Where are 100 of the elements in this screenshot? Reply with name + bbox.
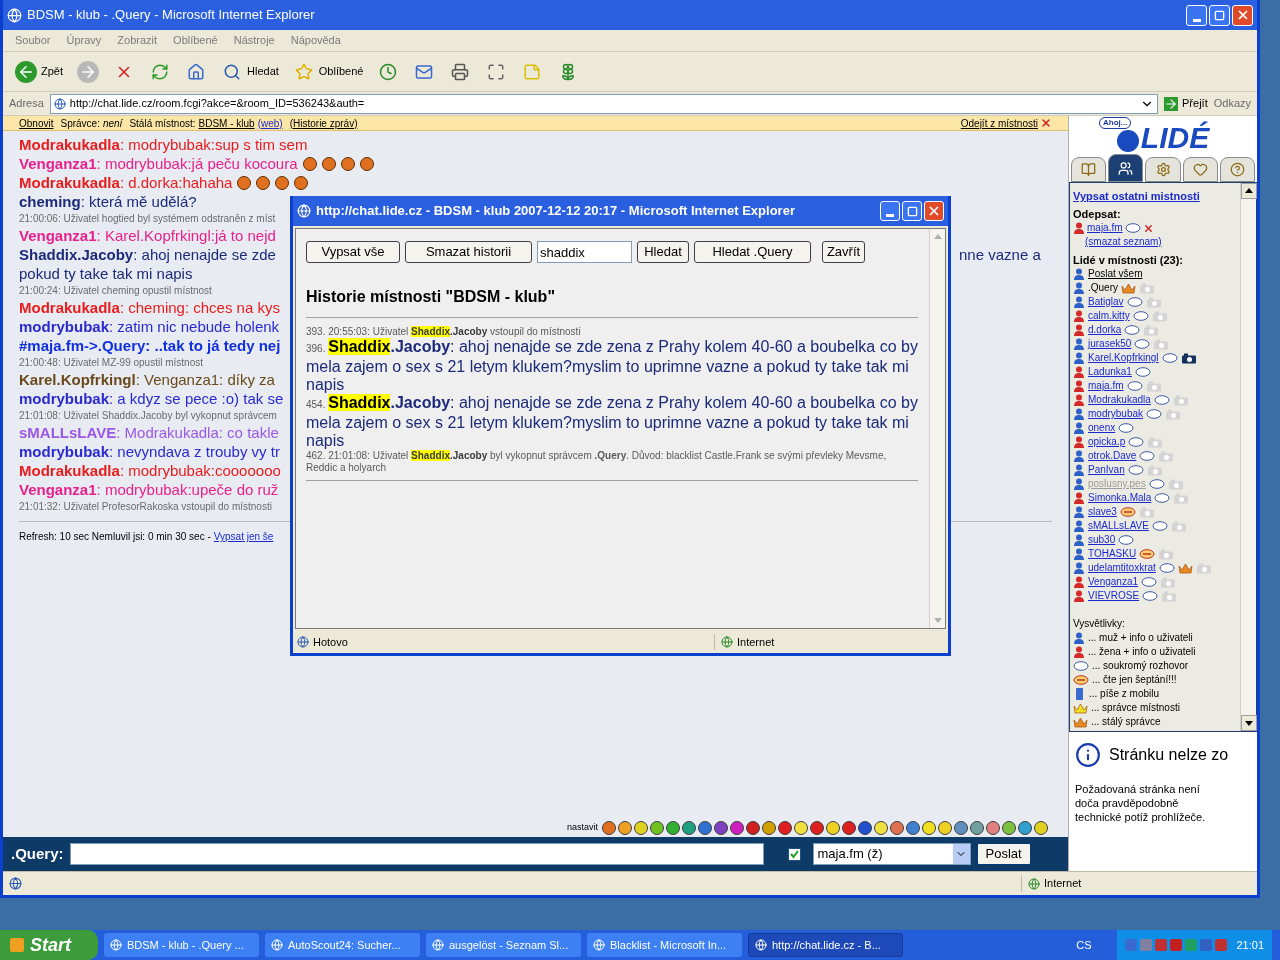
user-link[interactable]: Batiglav [1088,295,1124,309]
user-link[interactable]: modrybubak [1088,407,1144,421]
go-button[interactable]: Přejít [1164,95,1208,112]
user-link[interactable]: otrok.Dave [1088,449,1137,463]
scrollbar[interactable] [1240,183,1256,731]
user-link[interactable]: sMALLsLAVE [1088,519,1149,533]
recipient-select[interactable]: maja.fm (ž) [812,843,971,865]
speech-bubble-icon[interactable] [1154,492,1171,504]
nickname[interactable]: modrybubak [19,390,109,408]
user-link[interactable]: VIEVROSE [1088,589,1140,603]
menu-item[interactable]: Oblíbené [173,32,218,49]
sidebar-tab[interactable] [1108,154,1144,182]
send-button[interactable]: Poslat [976,843,1031,865]
nickname[interactable]: Modrakukadla [19,299,120,317]
taskbar-button[interactable]: AutoScout24: Sucher... [265,933,420,957]
user-link[interactable]: Ladunka1 [1088,365,1132,379]
address-field[interactable]: http://chat.lide.cz/room.fcgi?akce=&room_ID=536243&auth= [49,93,1158,114]
toolbar-button[interactable]: Hledat [219,60,281,83]
speech-bubble-icon[interactable] [1151,520,1168,532]
speech-bubble-icon[interactable] [1139,450,1156,462]
speech-bubble-icon[interactable] [1124,324,1141,336]
user-link[interactable]: sub30 [1088,533,1116,547]
user-link[interactable]: jurasek50 [1088,337,1132,351]
send-all-link[interactable]: Poslat všem [1088,267,1143,281]
speech-bubble-icon[interactable] [1134,338,1151,350]
menu-item[interactable]: Nástroje [233,32,275,49]
maximize-button[interactable] [1209,4,1230,26]
speech-bubble-icon[interactable] [1134,366,1151,378]
history-link[interactable]: (Historie zpráv) [289,115,358,131]
speech-bubble-icon[interactable] [1127,464,1144,476]
user-link[interactable]: Venganza1 [1088,575,1139,589]
leave-link[interactable]: Odejít z místnosti [960,115,1038,131]
taskbar-button[interactable]: BDSM - klub - .Query ... [104,933,259,957]
nickname[interactable]: Karel.Kopfrkingl [19,371,136,389]
menu-item[interactable]: Zobrazit [117,32,158,49]
toolbar-button[interactable]: Oblíbené [290,60,366,83]
speech-bubble-icon[interactable] [1158,562,1175,574]
speech-bubble-icon[interactable] [1126,296,1143,308]
menu-item[interactable]: Soubor [15,32,51,49]
user-link[interactable]: PanIvan [1088,463,1125,477]
nickname[interactable]: Venganza1 [19,481,97,499]
close-icon[interactable] [1040,117,1052,129]
sidebar-tab[interactable] [1071,157,1107,182]
web-link[interactable]: (web) [257,115,283,131]
nickname[interactable]: Modrakukadla [19,136,120,154]
nickname[interactable]: Venganza1 [19,227,97,245]
close-button[interactable] [1232,4,1253,26]
speech-bubble-icon[interactable] [1073,660,1089,672]
nickname[interactable]: cheming [19,193,81,211]
speech-bubble-icon[interactable] [1132,310,1149,322]
sidebar-tab[interactable] [1182,157,1218,182]
settings-link[interactable]: nastavit [566,821,598,835]
minimize-button[interactable] [880,201,900,221]
scroll-down-icon[interactable] [1241,715,1257,731]
speech-bubble-icon[interactable] [1118,422,1135,434]
taskbar-button[interactable]: Blacklist - Microsoft In... [587,933,742,957]
message-input[interactable] [69,843,764,865]
speech-bubble-icon[interactable] [1142,590,1159,602]
nickname[interactable]: Modrakukadla [19,462,120,480]
nickname[interactable]: Modrakukadla [19,174,120,192]
nickname[interactable]: modrybubak [19,443,109,461]
links-label[interactable]: Odkazy [1213,95,1251,112]
user-link[interactable]: maja.fm [1088,379,1124,393]
speech-bubble-icon[interactable] [1124,222,1141,234]
camera-icon[interactable] [1180,352,1197,364]
search-button[interactable]: Hledat .Query [694,241,811,263]
sidebar-tab[interactable] [1219,157,1255,182]
speech-bubble-icon[interactable] [1153,394,1170,406]
user-link[interactable]: Modrakukadla [1088,393,1151,407]
speech-bubble-icon[interactable] [1126,380,1143,392]
speech-bubble-icon[interactable] [1146,408,1163,420]
refresh-link[interactable]: Obnovit [19,115,54,131]
clear-list-link[interactable]: (smazat seznam) [1085,235,1237,249]
room-link[interactable]: BDSM - klub [198,115,255,131]
history-button[interactable]: Smazat historii [405,241,532,263]
user-link[interactable]: Simonka.Mala [1088,491,1152,505]
search-field[interactable]: shaddix [537,241,632,263]
whisper-checkbox[interactable] [787,847,801,861]
user-link[interactable]: opicka.p [1088,435,1126,449]
menu-item[interactable]: Nápověda [290,32,341,49]
user-link[interactable]: TOHASKU [1088,547,1137,561]
minimize-button[interactable] [1186,4,1207,26]
user-link[interactable]: calm.kitty [1088,309,1130,323]
maximize-button[interactable] [902,201,922,221]
speech-bubble-icon[interactable] [1148,478,1165,490]
taskbar-button[interactable]: ausgelöst - Seznam Sl... [426,933,581,957]
speech-bubble-icon[interactable] [1128,436,1145,448]
user-link[interactable]: Karel.Kopfrkingl [1088,351,1159,365]
search-button[interactable]: Hledat [637,241,689,263]
speech-bubble-icon[interactable] [1118,534,1135,546]
menu-item[interactable]: Úpravy [66,32,102,49]
close-button[interactable] [924,201,944,221]
user-link[interactable]: udelamtitoxkrat [1088,561,1156,575]
user-link[interactable]: .Query [1088,281,1118,295]
sidebar-tab[interactable] [1145,157,1181,182]
scroll-up-icon[interactable] [1241,183,1257,199]
user-link[interactable]: d.dorka [1088,323,1122,337]
nickname[interactable]: Venganza1 [19,155,97,173]
user-link[interactable]: maja.fm [1087,221,1123,235]
speech-bubble-icon[interactable] [1141,576,1158,588]
